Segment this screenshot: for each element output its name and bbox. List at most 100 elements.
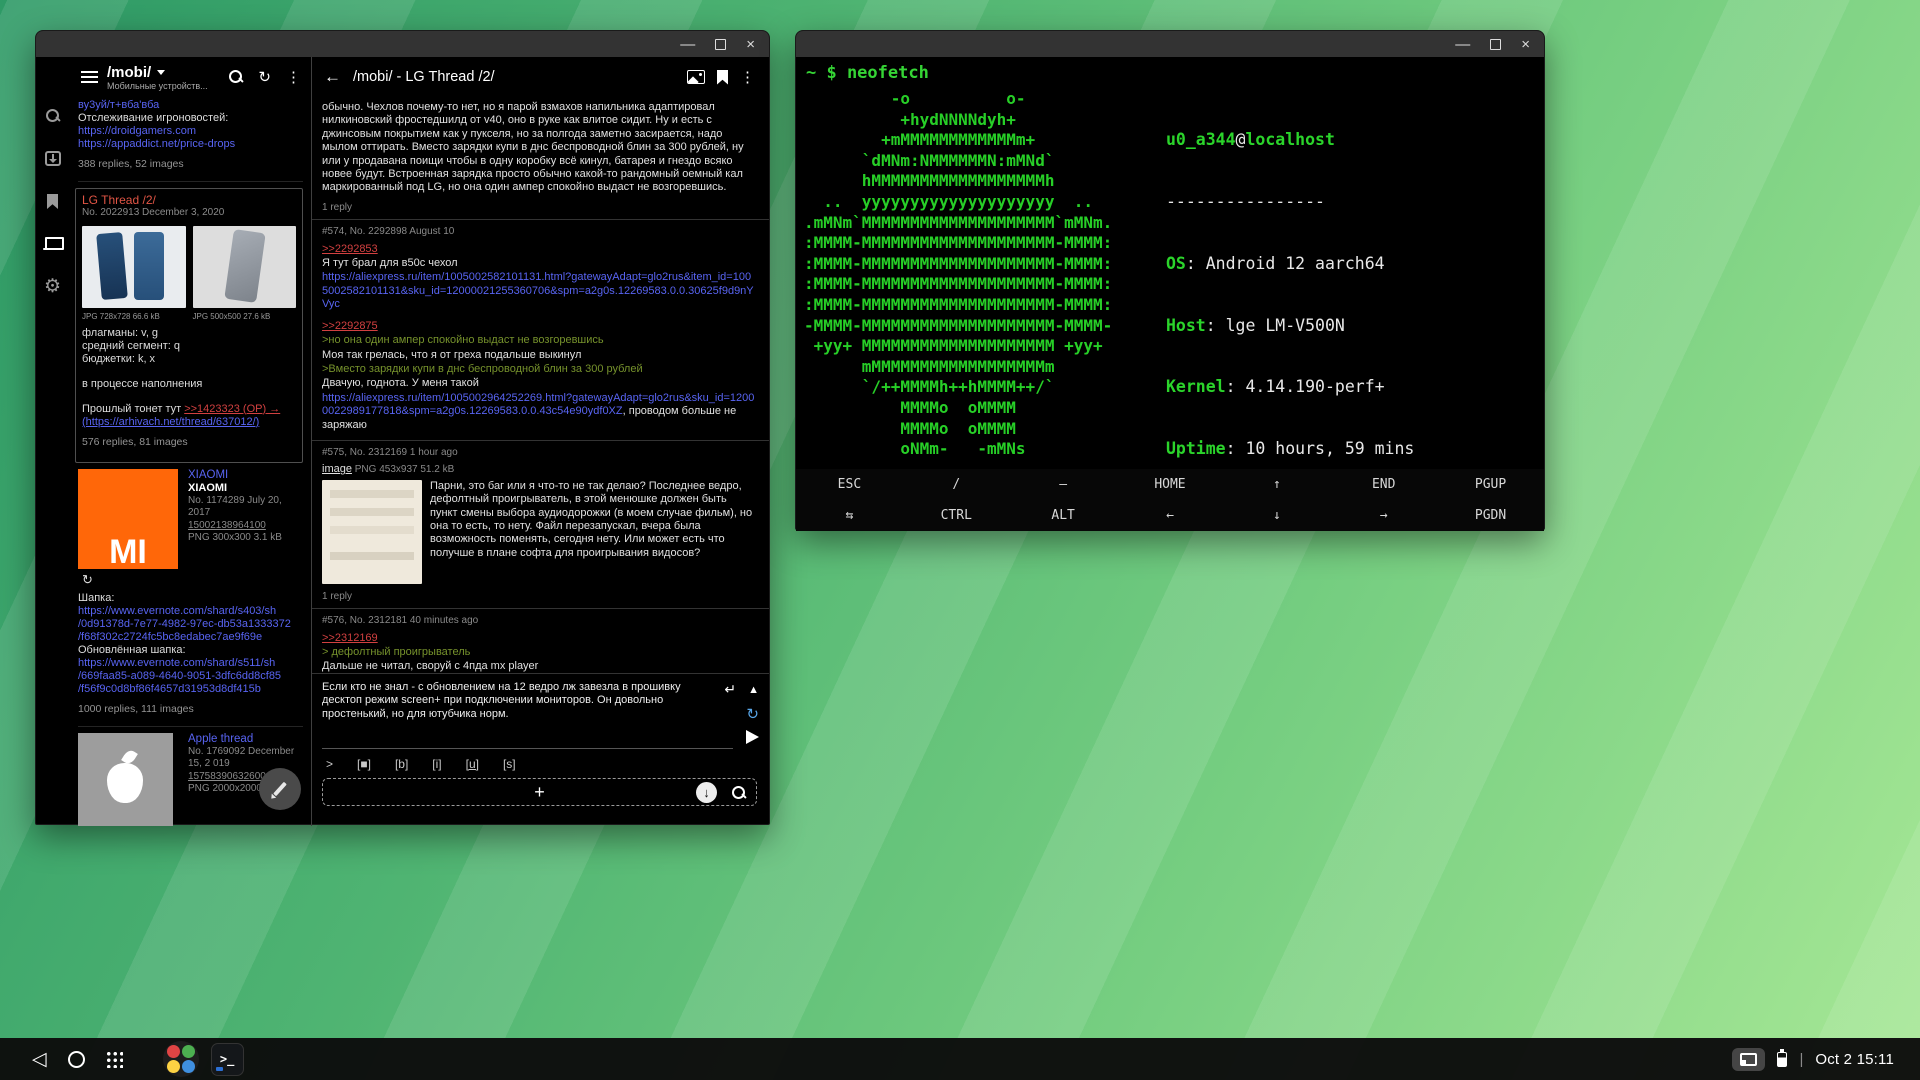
list-item-news-thread[interactable]: Отслеживание игроновостей: https://droid… — [78, 112, 303, 182]
send-icon[interactable] — [746, 730, 759, 744]
post-thumbnail[interactable] — [322, 480, 422, 584]
minimize-button[interactable]: — — [1455, 37, 1470, 52]
key-ctrl[interactable]: CTRL — [903, 500, 1010, 531]
key-arrow-left[interactable]: ← — [1117, 500, 1224, 531]
close-button[interactable]: × — [1521, 37, 1530, 52]
bookmark-icon[interactable] — [717, 70, 728, 85]
gallery-icon[interactable] — [687, 70, 705, 84]
nav-home-button[interactable] — [68, 1051, 85, 1068]
thread-subject: XIAOMI — [188, 469, 303, 482]
menu-icon[interactable] — [81, 71, 98, 83]
thread-list[interactable]: ву3уй/т+вба'вба Отслеживание игроновосте… — [69, 97, 311, 826]
back-icon[interactable]: ← — [324, 67, 341, 87]
xiaomi-logo-thumbnail[interactable]: MI — [78, 469, 178, 569]
post-list[interactable]: обычно. Чехлов почему-то нет, но я парой… — [312, 97, 769, 673]
thread-thumbnail[interactable] — [82, 226, 186, 308]
new-thread-fab[interactable] — [259, 768, 301, 810]
format-italic-button[interactable]: [i] — [432, 757, 441, 771]
quote-link[interactable]: >>2292853 — [322, 243, 378, 255]
clock[interactable]: Oct 2 15:11 — [1815, 1051, 1894, 1068]
format-strike-button[interactable]: [s] — [503, 757, 516, 771]
quote-link[interactable]: >>2292875 — [322, 320, 378, 332]
collapse-icon[interactable]: ▲ — [748, 684, 759, 696]
thread-subject: LG Thread /2/ — [82, 194, 296, 207]
thread-link[interactable]: /f68f302c2724fc5bc8edabec7ae9f69e — [78, 631, 303, 644]
thread-link[interactable]: https://www.evernote.com/shard/s403/sh — [78, 605, 303, 618]
download-attachment-icon[interactable]: ↓ — [696, 782, 717, 803]
reply-count[interactable]: 1 reply — [322, 590, 755, 603]
post-link[interactable]: https://aliexpress.ru/item/1005002582101… — [322, 271, 755, 311]
key-pgup[interactable]: PGUP — [1437, 469, 1544, 500]
compose-refresh-icon[interactable]: ↻ — [746, 705, 759, 723]
format-underline-button[interactable]: [u] — [466, 757, 479, 771]
status-area[interactable]: | Oct 2 15:11 — [1732, 1048, 1902, 1071]
board-search-icon[interactable] — [229, 70, 243, 84]
quote-link[interactable]: >>1423323 (ОР) → — [184, 403, 280, 415]
reply-input[interactable]: Если кто не знал - с обновлением на 12 в… — [322, 681, 717, 744]
terminal-prompt: ~ $ neofetch — [806, 63, 929, 83]
maximize-button[interactable] — [1490, 39, 1501, 50]
maximize-button[interactable] — [715, 39, 726, 50]
key-arrow-down[interactable]: ↓ — [1223, 500, 1330, 531]
file-link[interactable]: 15002138964100 — [188, 520, 303, 533]
thread-text: средний сегмент: q — [82, 340, 296, 353]
imageboard-app-icon[interactable] — [163, 1041, 199, 1077]
reply-count[interactable]: 1 reply — [322, 201, 755, 214]
downloads-icon[interactable] — [45, 151, 61, 166]
board-refresh-icon[interactable]: ↻ — [258, 68, 271, 86]
list-item-xiaomi-thread[interactable]: MI ↻ XIAOMI XIAOMI No. 1174289 July 20, … — [78, 469, 303, 727]
board-window-titlebar[interactable]: — × — [36, 31, 769, 57]
key-slash[interactable]: / — [903, 469, 1010, 500]
bookmarks-icon[interactable] — [47, 194, 58, 209]
close-button[interactable]: × — [746, 37, 755, 52]
terminal-app-icon[interactable]: >_ — [211, 1043, 244, 1076]
nav-recents-button[interactable] — [106, 1051, 123, 1068]
chevron-down-icon[interactable] — [157, 70, 165, 75]
thread-stats: 1000 replies, 111 images — [78, 703, 303, 716]
refresh-icon[interactable]: ↻ — [82, 573, 180, 586]
terminal-window-titlebar[interactable]: — × — [796, 31, 1544, 57]
key-tab[interactable]: ⇆ — [796, 500, 903, 531]
thread-link[interactable]: https://appaddict.net/price-drops — [78, 138, 303, 151]
board-titles[interactable]: /mobi/ Мобильные устройств... — [107, 64, 220, 91]
key-arrow-up[interactable]: ↑ — [1223, 469, 1330, 500]
key-pgdn[interactable]: PGDN — [1437, 500, 1544, 531]
terminal-output[interactable]: ~ $ neofetch -o o- +hydNNNNdyh+ +mMMMMMM… — [796, 57, 1544, 469]
board-mode-icon[interactable] — [43, 237, 62, 250]
poster-name: XIAOMI — [188, 482, 303, 495]
nav-back-button[interactable]: ◁ — [32, 1048, 47, 1071]
key-dash[interactable]: — — [1010, 469, 1117, 500]
thread-overflow-icon[interactable]: ⋮ — [740, 68, 755, 86]
format-bold-button[interactable]: [b] — [395, 757, 408, 771]
thread-link[interactable]: https://droidgamers.com — [78, 125, 303, 138]
thread-thumbnail[interactable] — [193, 226, 297, 308]
minimize-button[interactable]: — — [680, 37, 695, 52]
desktop-mode-status[interactable] — [1732, 1048, 1765, 1071]
attachment-dropzone[interactable]: + ↓ — [322, 778, 757, 806]
thread-link[interactable]: https://www.evernote.com/shard/s511/sh — [78, 657, 303, 670]
key-home[interactable]: HOME — [1117, 469, 1224, 500]
reply-compose: Если кто не знал - с обновлением на 12 в… — [312, 673, 769, 826]
format-quote-button[interactable]: > — [326, 757, 333, 771]
key-esc[interactable]: ESC — [796, 469, 903, 500]
list-item-lg-thread[interactable]: LG Thread /2/ No. 2022913 December 3, 20… — [75, 188, 303, 463]
file-link[interactable]: image — [322, 463, 352, 475]
truncated-link[interactable]: ву3уй/т+вба'вба — [78, 99, 303, 112]
thread-link[interactable]: /0d91378d-7e77-4982-97ec-db53a1333372 — [78, 618, 303, 631]
cast-icon — [1740, 1053, 1757, 1066]
key-arrow-right[interactable]: → — [1330, 500, 1437, 531]
key-end[interactable]: END — [1330, 469, 1437, 500]
newline-icon[interactable]: ↵ — [724, 681, 736, 698]
settings-gear-icon[interactable]: ⚙ — [44, 278, 61, 296]
thread-link[interactable]: /f56f9c0d8bf86f4657d31953d8df415b — [78, 683, 303, 696]
search-icon[interactable] — [46, 109, 60, 123]
format-spoiler-button[interactable]: [■] — [357, 757, 371, 771]
key-alt[interactable]: ALT — [1010, 500, 1117, 531]
thread-link[interactable]: /669faa85-a089-4640-9051-3dfc6dd8cf85 — [78, 670, 303, 683]
attachment-search-icon[interactable] — [732, 786, 746, 800]
board-overflow-icon[interactable]: ⋮ — [286, 68, 301, 86]
add-attachment-icon[interactable]: + — [534, 783, 545, 801]
quote-link[interactable]: >>2312169 — [322, 632, 378, 644]
apple-logo-thumbnail[interactable] — [78, 733, 173, 827]
thread-link[interactable]: (https://arhivach.net/thread/637012/) — [82, 416, 296, 429]
